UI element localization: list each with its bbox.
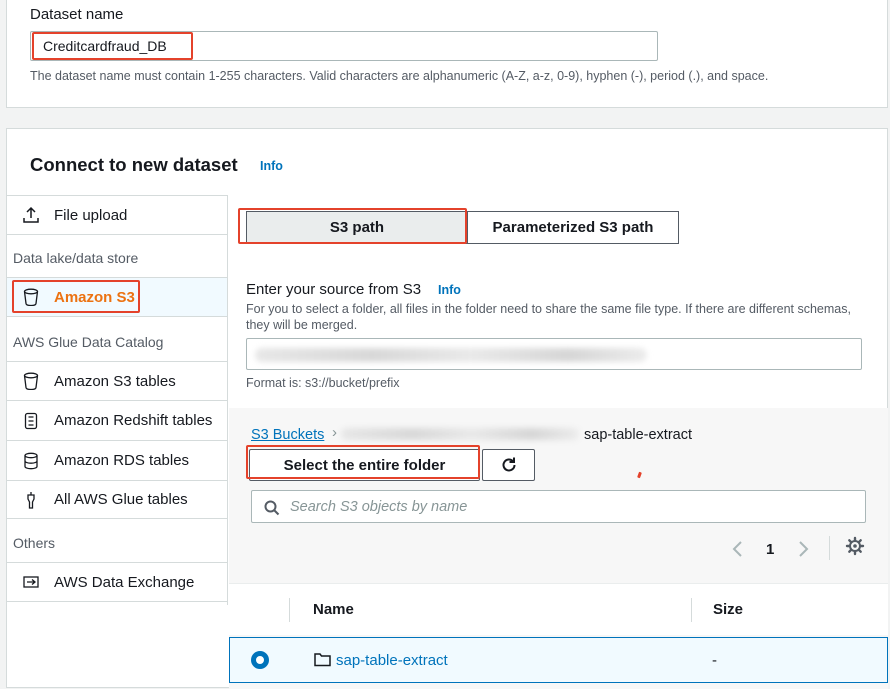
dataset-name-label: Dataset name: [30, 6, 124, 23]
nav-all-glue-tables[interactable]: All AWS Glue tables: [7, 481, 227, 519]
breadcrumb-s3-buckets[interactable]: S3 Buckets: [251, 427, 324, 443]
table-row[interactable]: sap-table-extract -: [229, 637, 888, 683]
nav-rds-tables-label: Amazon RDS tables: [54, 452, 190, 469]
format-hint: Format is: s3://bucket/prefix: [246, 376, 400, 390]
nav-file-upload[interactable]: File upload: [7, 195, 227, 235]
nav-group-others: Others: [13, 535, 56, 551]
table-header: Name Size: [229, 583, 888, 635]
nav-divider: [227, 195, 228, 605]
highlight-box: [32, 32, 193, 60]
chevron-left-icon: [732, 541, 742, 557]
glue-icon: [20, 489, 42, 511]
row-name-link[interactable]: sap-table-extract: [336, 652, 448, 669]
chevron-right-icon: [799, 541, 809, 557]
pager-divider: [829, 536, 830, 560]
nav-redshift-tables[interactable]: Amazon Redshift tables: [7, 401, 227, 441]
source-label: Enter your source from S3: [246, 281, 422, 298]
highlight-box: [12, 280, 140, 313]
nav-s3-tables[interactable]: Amazon S3 tables: [7, 361, 227, 401]
bucket-icon: [20, 370, 42, 392]
connect-title: Connect to new dataset: [30, 154, 238, 175]
row-radio-selected[interactable]: [251, 651, 269, 669]
breadcrumb-current: sap-table-extract: [584, 427, 692, 443]
source-info-link[interactable]: Info: [438, 283, 461, 297]
source-description: For you to select a folder, all files in…: [246, 302, 851, 332]
nav-redshift-tables-label: Amazon Redshift tables: [54, 412, 213, 429]
column-divider: [691, 598, 692, 622]
nav-file-upload-label: File upload: [54, 206, 128, 224]
highlight-box: [238, 208, 467, 244]
connect-info-link[interactable]: Info: [260, 159, 283, 173]
dataset-name-hint: The dataset name must contain 1-255 char…: [30, 69, 769, 83]
connect-panel: Connect to new dataset Info File upload …: [6, 128, 888, 689]
tab-parameterized-s3-path[interactable]: Parameterized S3 path: [467, 211, 679, 244]
next-page-button[interactable]: [796, 539, 810, 564]
upload-icon: [20, 204, 42, 226]
redacted-value: [255, 348, 647, 362]
nav-s3-tables-label: Amazon S3 tables: [54, 372, 176, 390]
redshift-icon: [20, 410, 42, 432]
s3-path-input[interactable]: [246, 338, 862, 370]
refresh-button[interactable]: [482, 449, 535, 481]
column-size-header[interactable]: Size: [713, 601, 743, 618]
refresh-icon: [502, 457, 515, 472]
chevron-right-icon: ›: [332, 424, 337, 441]
nav-group-data-lake: Data lake/data store: [13, 250, 139, 266]
gear-icon: [845, 536, 865, 556]
search-placeholder: Search S3 objects by name: [290, 499, 468, 515]
row-size: -: [712, 652, 717, 669]
preferences-button[interactable]: [845, 536, 865, 561]
nav-rds-tables[interactable]: Amazon RDS tables: [7, 441, 227, 481]
nav-all-glue-tables-label: All AWS Glue tables: [54, 491, 188, 508]
column-name-header[interactable]: Name: [313, 601, 354, 618]
redacted-breadcrumb: [341, 428, 579, 440]
dataset-name-panel: Dataset name Creditcardfraud_DB The data…: [6, 0, 888, 108]
nav-data-exchange-label: AWS Data Exchange: [54, 573, 195, 591]
column-divider: [289, 598, 290, 622]
current-page[interactable]: 1: [766, 541, 774, 558]
previous-page-button[interactable]: [731, 539, 745, 564]
nav-data-exchange[interactable]: AWS Data Exchange: [7, 562, 227, 602]
search-icon: [264, 500, 280, 516]
search-s3-objects-input[interactable]: Search S3 objects by name: [251, 490, 866, 523]
nav-group-glue: AWS Glue Data Catalog: [13, 334, 164, 350]
folder-icon: [314, 653, 331, 667]
highlight-box: [246, 445, 480, 479]
data-exchange-icon: [20, 571, 42, 593]
database-icon: [20, 450, 42, 472]
